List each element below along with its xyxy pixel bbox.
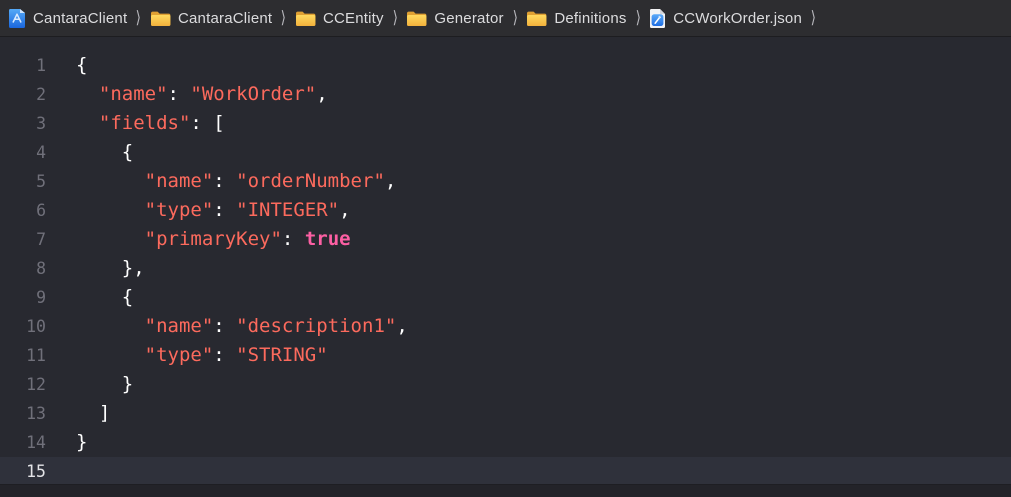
editor-bottom-strip xyxy=(0,484,1011,497)
breadcrumb-item-generator[interactable]: Generator xyxy=(406,10,503,27)
code-line-9[interactable]: 9 { xyxy=(0,283,1011,312)
code-text: ] xyxy=(76,399,110,428)
chevron-right-icon: ⟩ xyxy=(811,8,816,28)
code-line-10[interactable]: 10 "name": "description1", xyxy=(0,312,1011,341)
breadcrumb-item-definitions[interactable]: Definitions xyxy=(526,10,626,27)
chevron-right-icon: ⟩ xyxy=(281,8,286,28)
line-number: 6 xyxy=(0,196,46,225)
folder-icon xyxy=(150,10,171,27)
code-text: "fields": [ xyxy=(76,109,225,138)
code-text: }, xyxy=(76,254,145,283)
chevron-right-icon: ⟩ xyxy=(635,8,640,28)
line-number: 11 xyxy=(0,341,46,370)
code-text: } xyxy=(76,428,87,457)
code-line-2[interactable]: 2 "name": "WorkOrder", xyxy=(0,80,1011,109)
breadcrumb-label: Generator xyxy=(434,10,503,27)
line-number: 10 xyxy=(0,312,46,341)
code-line-3[interactable]: 3 "fields": [ xyxy=(0,109,1011,138)
code-line-5[interactable]: 5 "name": "orderNumber", xyxy=(0,167,1011,196)
breadcrumb-label: CantaraClient xyxy=(33,10,127,27)
code-line-8[interactable]: 8 }, xyxy=(0,254,1011,283)
code-text: { xyxy=(76,51,87,80)
line-number: 8 xyxy=(0,254,46,283)
code-editor[interactable]: 1{2 "name": "WorkOrder",3 "fields": [4 {… xyxy=(0,37,1011,484)
code-text: { xyxy=(76,283,133,312)
folder-icon xyxy=(406,10,427,27)
breadcrumb: CantaraClient ⟩ CantaraClient ⟩ CCEntity ⟩ Gen… xyxy=(0,0,1011,37)
code-text: "type": "STRING" xyxy=(76,341,328,370)
code-line-4[interactable]: 4 { xyxy=(0,138,1011,167)
breadcrumb-item-ccentity[interactable]: CCEntity xyxy=(295,10,384,27)
code-text: "type": "INTEGER", xyxy=(76,196,351,225)
line-number: 13 xyxy=(0,399,46,428)
code-text: { xyxy=(76,138,133,167)
code-line-15[interactable]: 15 xyxy=(0,457,1011,484)
code-line-13[interactable]: 13 ] xyxy=(0,399,1011,428)
code-line-6[interactable]: 6 "type": "INTEGER", xyxy=(0,196,1011,225)
json-file-icon xyxy=(649,8,666,29)
code-line-12[interactable]: 12 } xyxy=(0,370,1011,399)
line-number: 2 xyxy=(0,80,46,109)
code-text: "primaryKey": true xyxy=(76,225,351,254)
breadcrumb-label: CCWorkOrder.json xyxy=(673,10,802,27)
chevron-right-icon: ⟩ xyxy=(512,8,517,28)
code-line-14[interactable]: 14} xyxy=(0,428,1011,457)
chevron-right-icon: ⟩ xyxy=(136,8,141,28)
breadcrumb-label: CantaraClient xyxy=(178,10,272,27)
folder-icon xyxy=(295,10,316,27)
breadcrumb-label: Definitions xyxy=(554,10,626,27)
line-number: 9 xyxy=(0,283,46,312)
xcode-project-icon xyxy=(8,8,26,28)
code-text: } xyxy=(76,370,133,399)
breadcrumb-item-cantaraclient[interactable]: CantaraClient xyxy=(8,8,127,28)
code-text: "name": "description1", xyxy=(76,312,408,341)
code-line-11[interactable]: 11 "type": "STRING" xyxy=(0,341,1011,370)
line-number: 4 xyxy=(0,138,46,167)
line-number: 14 xyxy=(0,428,46,457)
code-line-1[interactable]: 1{ xyxy=(0,51,1011,80)
code-line-7[interactable]: 7 "primaryKey": true xyxy=(0,225,1011,254)
line-number: 1 xyxy=(0,51,46,80)
code-text: "name": "WorkOrder", xyxy=(76,80,328,109)
line-number: 5 xyxy=(0,167,46,196)
breadcrumb-item-cantaraclient[interactable]: CantaraClient xyxy=(150,10,272,27)
line-number: 12 xyxy=(0,370,46,399)
breadcrumb-item-ccworkorder-json[interactable]: CCWorkOrder.json xyxy=(649,8,802,29)
code-text: "name": "orderNumber", xyxy=(76,167,396,196)
line-number: 7 xyxy=(0,225,46,254)
breadcrumb-label: CCEntity xyxy=(323,10,384,27)
chevron-right-icon: ⟩ xyxy=(392,8,397,28)
folder-icon xyxy=(526,10,547,27)
line-number: 15 xyxy=(0,457,46,484)
line-number: 3 xyxy=(0,109,46,138)
